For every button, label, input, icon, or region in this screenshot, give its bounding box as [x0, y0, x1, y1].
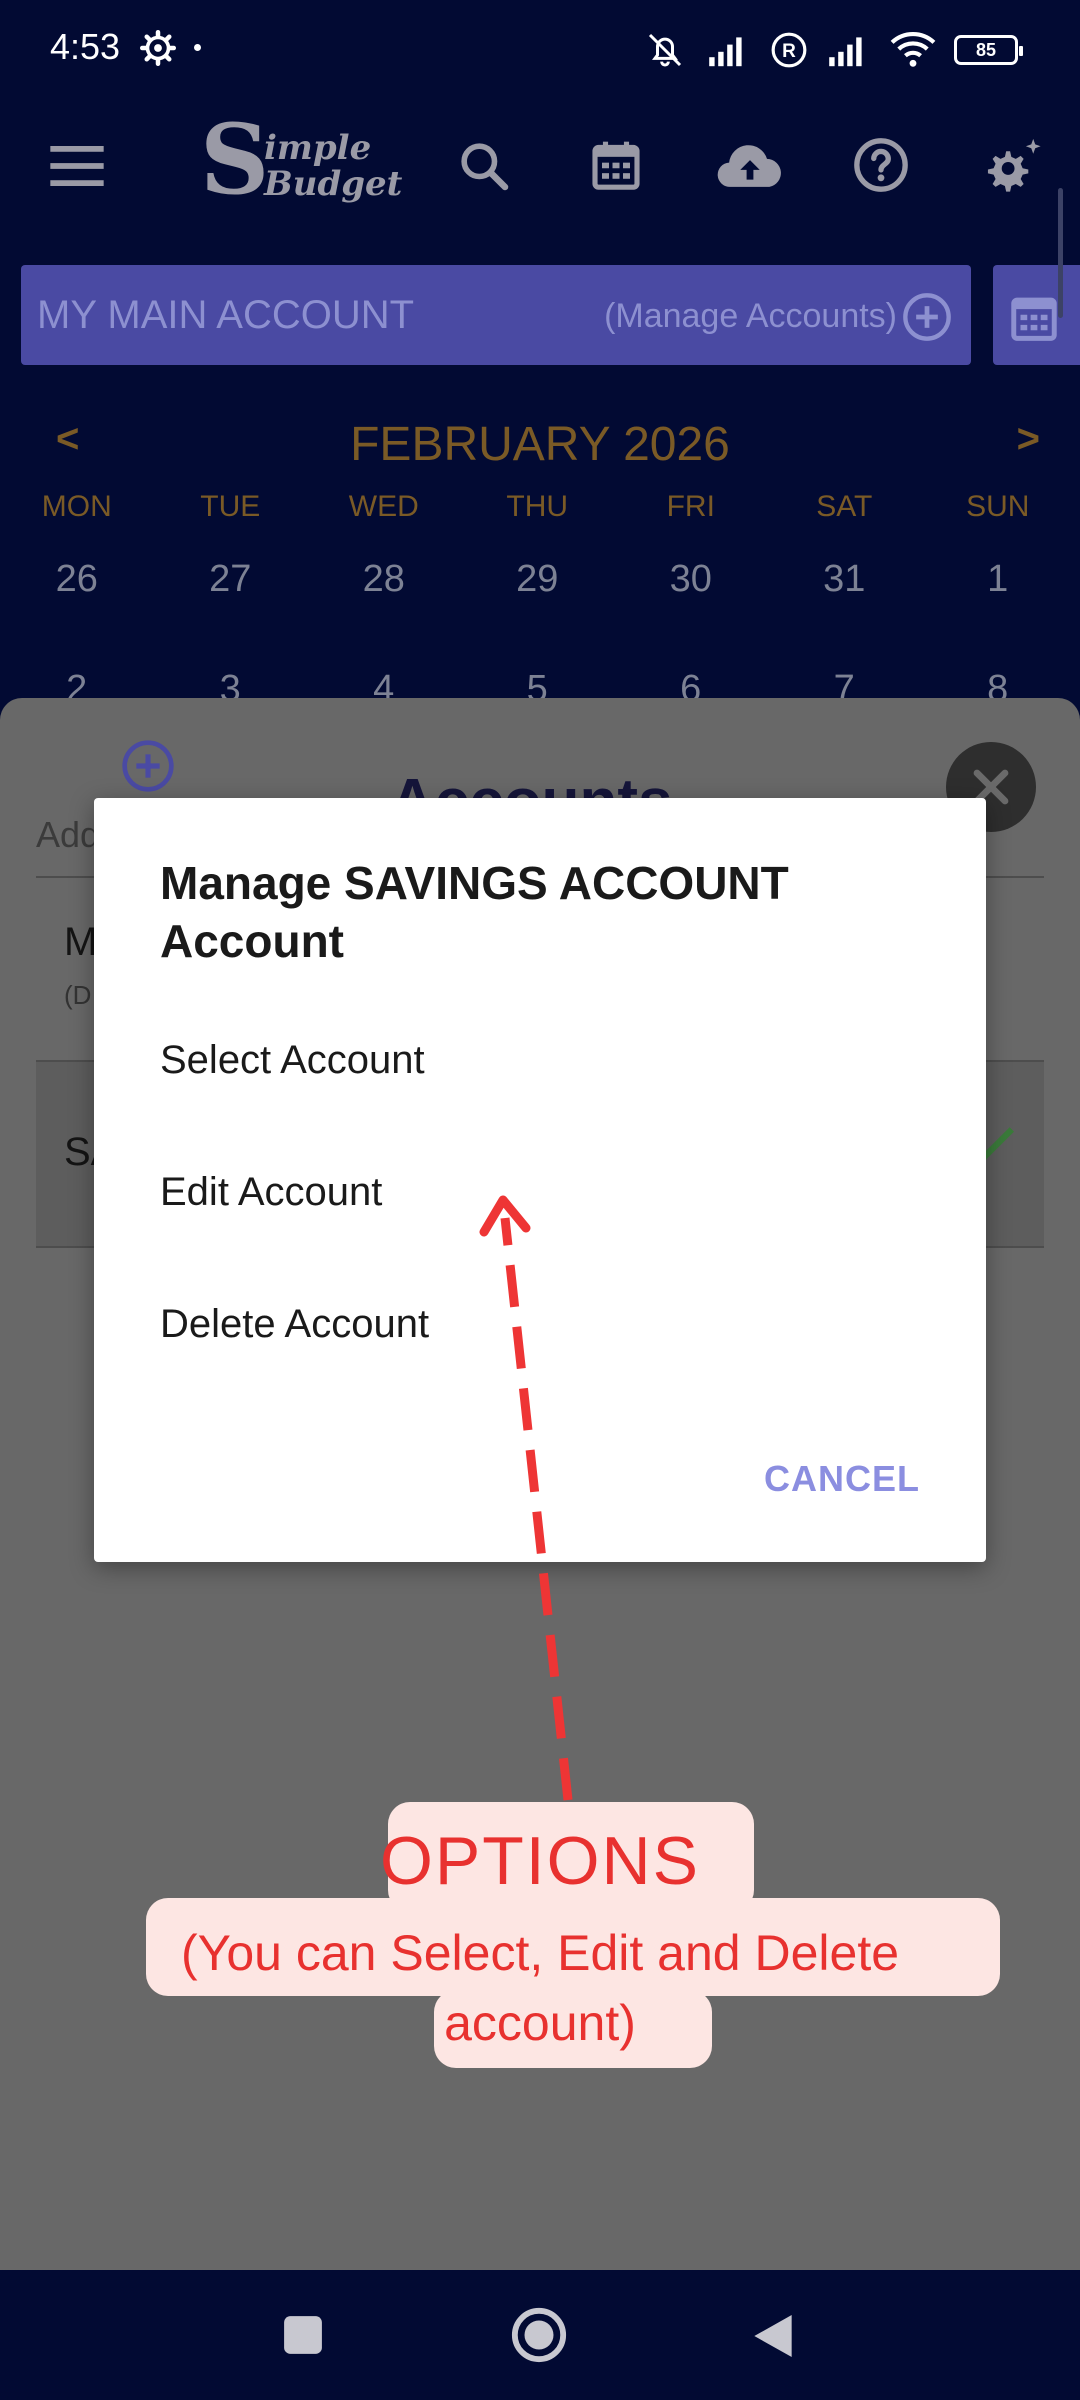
- recents-icon[interactable]: [282, 2314, 324, 2356]
- callout-text: account): [444, 1995, 636, 2051]
- callout-title: OPTIONS: [379, 1823, 701, 1899]
- callout-text: (You can Select, Edit and Delete: [180, 1925, 900, 1981]
- back-icon[interactable]: [752, 2312, 794, 2360]
- home-icon[interactable]: [510, 2306, 568, 2364]
- navigation-bar: [0, 2270, 1080, 2400]
